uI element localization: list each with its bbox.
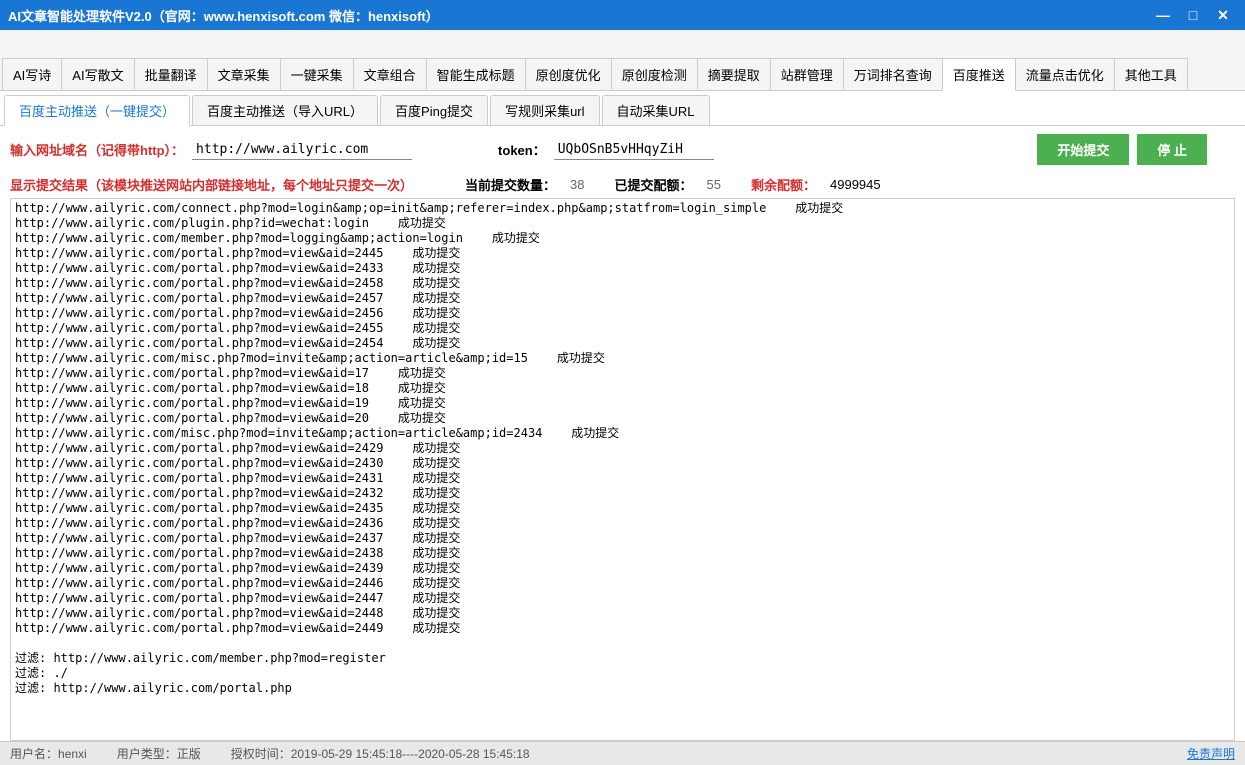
log-line: http://www.ailyric.com/portal.php?mod=vi…: [15, 291, 1230, 306]
main-tab-10[interactable]: 站群管理: [770, 58, 844, 90]
disclaimer-link[interactable]: 免责声明: [1187, 745, 1235, 762]
log-line: http://www.ailyric.com/portal.php?mod=vi…: [15, 516, 1230, 531]
result-label: 显示提交结果（该模块推送网站内部链接地址，每个地址只提交一次）: [10, 175, 413, 194]
sub-tab-4[interactable]: 自动采集URL: [602, 95, 710, 125]
sub-tab-1[interactable]: 百度主动推送（导入URL）: [192, 95, 378, 125]
log-line: http://www.ailyric.com/portal.php?mod=vi…: [15, 276, 1230, 291]
window-title: AI文章智能处理软件V2.0（官网：www.henxisoft.com 微信：h…: [8, 6, 1149, 25]
minimize-button[interactable]: —: [1149, 5, 1177, 25]
log-line: http://www.ailyric.com/portal.php?mod=vi…: [15, 561, 1230, 576]
domain-input[interactable]: [192, 140, 412, 160]
log-line: http://www.ailyric.com/portal.php?mod=vi…: [15, 471, 1230, 486]
log-line: http://www.ailyric.com/portal.php?mod=vi…: [15, 261, 1230, 276]
log-line: 过滤: http://www.ailyric.com/member.php?mo…: [15, 651, 1230, 666]
log-line: http://www.ailyric.com/portal.php?mod=vi…: [15, 396, 1230, 411]
status-auth: 授权时间：2019-05-29 15:45:18----2020-05-28 1…: [231, 745, 530, 762]
remain-quota-label: 剩余配额：: [751, 175, 816, 194]
main-tab-1[interactable]: AI写散文: [61, 58, 134, 90]
log-line: http://www.ailyric.com/portal.php?mod=vi…: [15, 336, 1230, 351]
main-tab-11[interactable]: 万词排名查询: [843, 58, 943, 90]
stop-button[interactable]: 停 止: [1137, 134, 1207, 165]
domain-label: 输入网址域名（记得带http）：: [10, 140, 184, 159]
log-line: http://www.ailyric.com/misc.php?mod=invi…: [15, 351, 1230, 366]
window-controls: — □ ✕: [1149, 5, 1237, 25]
sub-tab-bar: 百度主动推送（一键提交）百度主动推送（导入URL）百度Ping提交写规则采集ur…: [0, 91, 1245, 126]
main-tab-0[interactable]: AI写诗: [2, 58, 62, 90]
sub-tab-2[interactable]: 百度Ping提交: [380, 95, 488, 125]
log-line: http://www.ailyric.com/portal.php?mod=vi…: [15, 576, 1230, 591]
sub-tab-3[interactable]: 写规则采集url: [490, 95, 599, 125]
log-line: 过滤: ./: [15, 666, 1230, 681]
log-output[interactable]: http://www.ailyric.com/connect.php?mod=l…: [10, 198, 1235, 741]
token-input[interactable]: [554, 140, 714, 160]
titlebar[interactable]: AI文章智能处理软件V2.0（官网：www.henxisoft.com 微信：h…: [0, 0, 1245, 30]
log-line: 过滤: http://www.ailyric.com/portal.php: [15, 681, 1230, 696]
input-row: 输入网址域名（记得带http）： token： 开始提交 停 止: [10, 134, 1235, 165]
log-line: http://www.ailyric.com/portal.php?mod=vi…: [15, 486, 1230, 501]
sub-tab-0[interactable]: 百度主动推送（一键提交）: [4, 95, 190, 126]
current-count-value: 38: [570, 177, 584, 192]
log-line: http://www.ailyric.com/portal.php?mod=vi…: [15, 501, 1230, 516]
remain-quota-value: 4999945: [830, 177, 881, 192]
main-tab-bar: AI写诗AI写散文批量翻译文章采集一键采集文章组合智能生成标题原创度优化原创度检…: [0, 30, 1245, 91]
log-line: http://www.ailyric.com/portal.php?mod=vi…: [15, 411, 1230, 426]
submitted-quota-value: 55: [707, 177, 721, 192]
log-line: http://www.ailyric.com/portal.php?mod=vi…: [15, 621, 1230, 636]
token-label: token：: [498, 140, 546, 159]
main-tab-6[interactable]: 智能生成标题: [426, 58, 526, 90]
log-line: http://www.ailyric.com/portal.php?mod=vi…: [15, 366, 1230, 381]
status-user: 用户名：henxi: [10, 745, 87, 762]
status-type: 用户类型：正版: [117, 745, 201, 762]
log-line: http://www.ailyric.com/portal.php?mod=vi…: [15, 606, 1230, 621]
main-tab-14[interactable]: 其他工具: [1114, 58, 1188, 90]
maximize-button[interactable]: □: [1179, 5, 1207, 25]
content-area: 输入网址域名（记得带http）： token： 开始提交 停 止 显示提交结果（…: [0, 126, 1245, 741]
submitted-quota-label: 已提交配额：: [615, 175, 693, 194]
log-line: http://www.ailyric.com/portal.php?mod=vi…: [15, 591, 1230, 606]
stats-row: 显示提交结果（该模块推送网站内部链接地址，每个地址只提交一次） 当前提交数量： …: [10, 175, 1235, 194]
close-button[interactable]: ✕: [1209, 5, 1237, 25]
log-line: http://www.ailyric.com/portal.php?mod=vi…: [15, 306, 1230, 321]
main-tab-2[interactable]: 批量翻译: [134, 58, 208, 90]
main-tab-3[interactable]: 文章采集: [207, 58, 281, 90]
log-line: http://www.ailyric.com/portal.php?mod=vi…: [15, 321, 1230, 336]
current-count-label: 当前提交数量：: [465, 175, 556, 194]
log-line: http://www.ailyric.com/member.php?mod=lo…: [15, 231, 1230, 246]
main-tab-4[interactable]: 一键采集: [280, 58, 354, 90]
log-line: http://www.ailyric.com/portal.php?mod=vi…: [15, 546, 1230, 561]
start-submit-button[interactable]: 开始提交: [1037, 134, 1129, 165]
log-line: http://www.ailyric.com/connect.php?mod=l…: [15, 201, 1230, 216]
log-line: http://www.ailyric.com/plugin.php?id=wec…: [15, 216, 1230, 231]
log-line: http://www.ailyric.com/portal.php?mod=vi…: [15, 441, 1230, 456]
main-tab-9[interactable]: 摘要提取: [697, 58, 771, 90]
log-line: http://www.ailyric.com/misc.php?mod=invi…: [15, 426, 1230, 441]
log-line: http://www.ailyric.com/portal.php?mod=vi…: [15, 456, 1230, 471]
main-tab-13[interactable]: 流量点击优化: [1015, 58, 1115, 90]
main-tab-7[interactable]: 原创度优化: [525, 58, 612, 90]
log-line: http://www.ailyric.com/portal.php?mod=vi…: [15, 381, 1230, 396]
log-line: [15, 636, 1230, 651]
main-tab-8[interactable]: 原创度检测: [611, 58, 698, 90]
status-bar: 用户名：henxi 用户类型：正版 授权时间：2019-05-29 15:45:…: [0, 741, 1245, 765]
log-line: http://www.ailyric.com/portal.php?mod=vi…: [15, 246, 1230, 261]
log-line: http://www.ailyric.com/portal.php?mod=vi…: [15, 531, 1230, 546]
app-window: AI文章智能处理软件V2.0（官网：www.henxisoft.com 微信：h…: [0, 0, 1245, 765]
main-tab-5[interactable]: 文章组合: [353, 58, 427, 90]
main-tab-12[interactable]: 百度推送: [942, 58, 1016, 91]
